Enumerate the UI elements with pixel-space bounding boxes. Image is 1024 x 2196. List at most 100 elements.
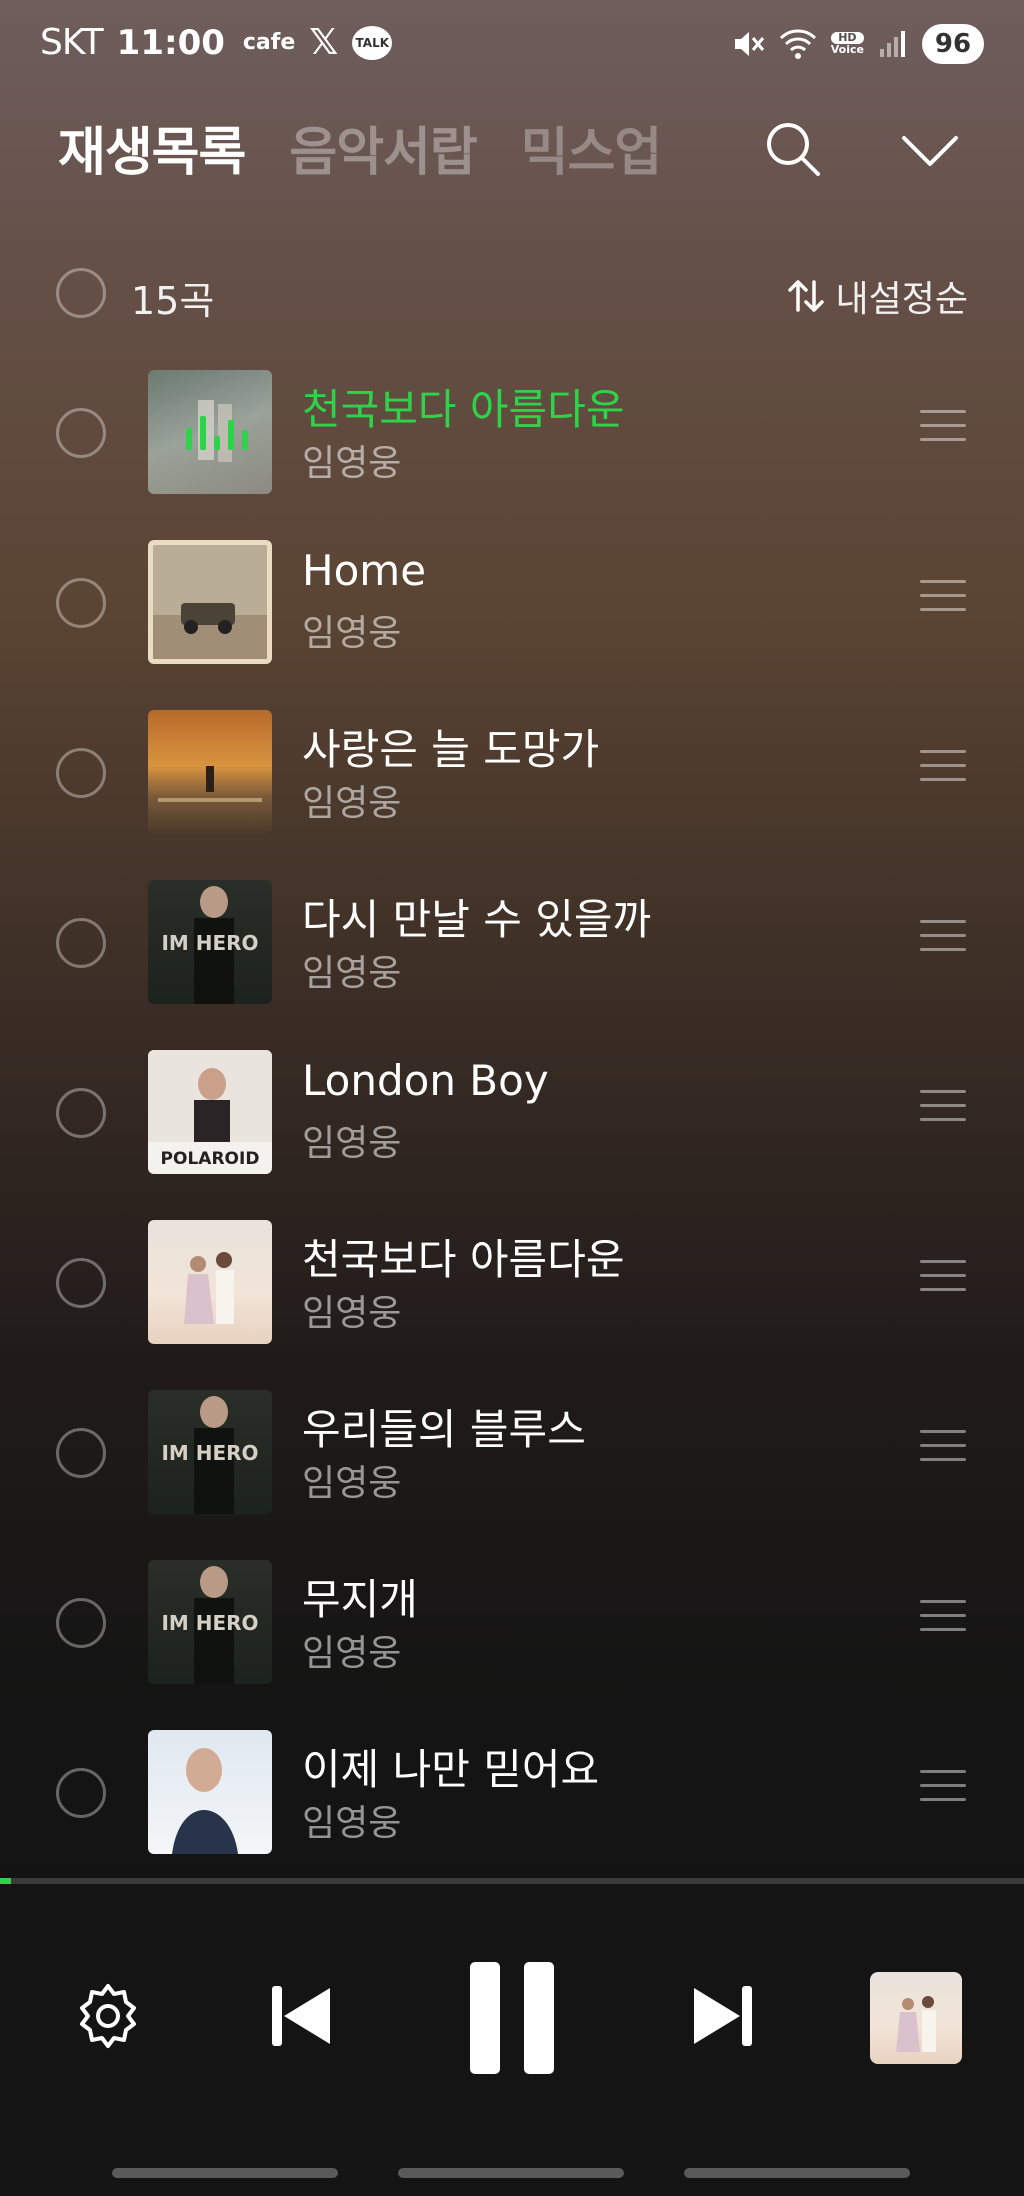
album-art bbox=[148, 1730, 272, 1854]
track-row[interactable]: IM HERO 무지개 임영웅 bbox=[0, 1556, 1024, 1726]
drag-handle-icon[interactable] bbox=[920, 1430, 966, 1468]
track-row[interactable]: IM HERO 다시 만날 수 있을까 임영웅 bbox=[0, 876, 1024, 1046]
track-row[interactable]: 천국보다 아름다운 임영웅 bbox=[0, 1216, 1024, 1386]
now-playing-album-art[interactable] bbox=[870, 1972, 962, 2064]
now-playing-equalizer-icon bbox=[186, 410, 248, 450]
tab-mixup[interactable]: 믹스업 bbox=[521, 110, 663, 185]
album-art: POLAROID bbox=[148, 1050, 272, 1174]
track-row[interactable]: 천국보다 아름다운 임영웅 bbox=[0, 366, 1024, 536]
track-row[interactable]: POLAROID London Boy 임영웅 bbox=[0, 1046, 1024, 1216]
battery-indicator: 96 bbox=[922, 24, 984, 64]
next-icon[interactable] bbox=[690, 1980, 756, 2052]
track-artist: 임영웅 bbox=[302, 1633, 402, 1674]
album-art-illustration bbox=[158, 766, 262, 802]
header-tabs: 재생목록 음악서랍 믹스업 bbox=[58, 110, 663, 185]
album-art: IM HERO bbox=[148, 880, 272, 1004]
track-title: 무지개 bbox=[302, 1575, 418, 1624]
track-checkbox[interactable] bbox=[56, 1428, 106, 1478]
album-art-illustration: IM HERO bbox=[161, 1396, 259, 1514]
track-artist: 임영웅 bbox=[302, 1803, 402, 1844]
track-artist: 임영웅 bbox=[302, 1463, 402, 1504]
track-row[interactable]: Home 임영웅 bbox=[0, 536, 1024, 706]
select-all-checkbox[interactable] bbox=[56, 268, 106, 318]
previous-icon[interactable] bbox=[268, 1980, 334, 2052]
track-checkbox[interactable] bbox=[56, 918, 106, 968]
status-bar: SKT 11:00 cafe 𝕏 TALK HD Voice 96 bbox=[0, 0, 1024, 90]
drag-handle-icon[interactable] bbox=[920, 1090, 966, 1128]
album-art: IM HERO bbox=[148, 1390, 272, 1514]
album-art-text: IM HERO bbox=[161, 1441, 258, 1465]
album-art bbox=[148, 710, 272, 834]
track-checkbox[interactable] bbox=[56, 1088, 106, 1138]
album-art-illustration bbox=[153, 545, 267, 659]
track-checkbox[interactable] bbox=[56, 1768, 106, 1818]
drag-handle-icon[interactable] bbox=[920, 580, 966, 618]
track-checkbox[interactable] bbox=[56, 408, 106, 458]
clock: 11:00 bbox=[116, 22, 225, 63]
wifi-icon bbox=[779, 29, 816, 59]
drag-handle-icon[interactable] bbox=[920, 1600, 966, 1638]
track-title: 천국보다 아름다운 bbox=[302, 385, 625, 434]
drag-handle-icon[interactable] bbox=[920, 1770, 966, 1808]
album-art bbox=[148, 540, 272, 664]
carrier-label: SKT bbox=[40, 22, 104, 63]
track-title: 천국보다 아름다운 bbox=[302, 1235, 625, 1284]
track-checkbox[interactable] bbox=[56, 1598, 106, 1648]
track-artist: 임영웅 bbox=[302, 613, 402, 654]
sort-label: 내설정순 bbox=[835, 279, 968, 320]
drag-handle-icon[interactable] bbox=[920, 750, 966, 788]
track-row[interactable]: IM HERO 우리들의 블루스 임영웅 bbox=[0, 1386, 1024, 1556]
album-art-illustration bbox=[184, 1252, 234, 1324]
pause-icon[interactable] bbox=[468, 1960, 556, 2076]
tab-playlist[interactable]: 재생목록 bbox=[58, 110, 246, 185]
drag-handle-icon[interactable] bbox=[920, 410, 966, 448]
album-art-illustration bbox=[172, 1748, 238, 1854]
mute-icon bbox=[734, 32, 764, 56]
drag-handle-icon[interactable] bbox=[920, 1260, 966, 1298]
chevron-down-icon[interactable] bbox=[898, 118, 962, 182]
nav-bar-segment bbox=[684, 2168, 910, 2178]
kakaotalk-notification-icon: TALK bbox=[352, 25, 393, 60]
track-title: 사랑은 늘 도망가 bbox=[302, 725, 600, 774]
drag-handle-icon[interactable] bbox=[920, 920, 966, 958]
nav-bar-segment bbox=[398, 2168, 624, 2178]
nav-bar-segment bbox=[112, 2168, 338, 2178]
album-art-text: IM HERO bbox=[161, 931, 258, 955]
album-art-illustration: POLAROID bbox=[148, 1050, 272, 1169]
album-art-text: POLAROID bbox=[161, 1149, 260, 1169]
track-row[interactable]: 사랑은 늘 도망가 임영웅 bbox=[0, 706, 1024, 876]
voice-label: Voice bbox=[830, 43, 864, 56]
selection-bar: 15곡 내설정순 bbox=[56, 268, 968, 323]
sort-button[interactable]: 내설정순 bbox=[786, 270, 968, 322]
track-checkbox[interactable] bbox=[56, 748, 106, 798]
track-title: 이제 나만 믿어요 bbox=[302, 1745, 600, 1794]
player-controls bbox=[0, 1884, 1024, 2196]
album-art bbox=[148, 1220, 272, 1344]
search-icon[interactable] bbox=[762, 118, 826, 182]
cafe-notification-icon: cafe bbox=[242, 30, 296, 55]
settings-icon[interactable] bbox=[72, 1980, 144, 2052]
hd-voice-icon: HD Voice bbox=[830, 32, 864, 56]
mini-album-art-illustration bbox=[896, 1996, 936, 2052]
tab-music-drawer[interactable]: 음악서랍 bbox=[289, 110, 477, 185]
track-artist: 임영웅 bbox=[302, 1293, 402, 1334]
album-art-illustration: IM HERO bbox=[161, 1566, 259, 1684]
track-title: London Boy bbox=[302, 1056, 549, 1105]
track-artist: 임영웅 bbox=[302, 953, 402, 994]
album-art-text: IM HERO bbox=[161, 1611, 258, 1635]
sort-icon bbox=[787, 280, 824, 312]
signal-icon bbox=[880, 31, 905, 57]
track-artist: 임영웅 bbox=[302, 443, 402, 484]
track-title: 우리들의 블루스 bbox=[302, 1405, 586, 1454]
track-checkbox[interactable] bbox=[56, 578, 106, 628]
album-art bbox=[148, 370, 272, 494]
track-title: Home bbox=[302, 546, 427, 595]
track-checkbox[interactable] bbox=[56, 1258, 106, 1308]
track-title: 다시 만날 수 있을까 bbox=[302, 895, 652, 944]
album-art-illustration: IM HERO bbox=[161, 886, 259, 1004]
album-art: IM HERO bbox=[148, 1560, 272, 1684]
track-count: 15곡 bbox=[131, 279, 215, 323]
track-artist: 임영웅 bbox=[302, 1123, 402, 1164]
track-artist: 임영웅 bbox=[302, 783, 402, 824]
track-row[interactable]: 이제 나만 믿어요 임영웅 bbox=[0, 1726, 1024, 1896]
